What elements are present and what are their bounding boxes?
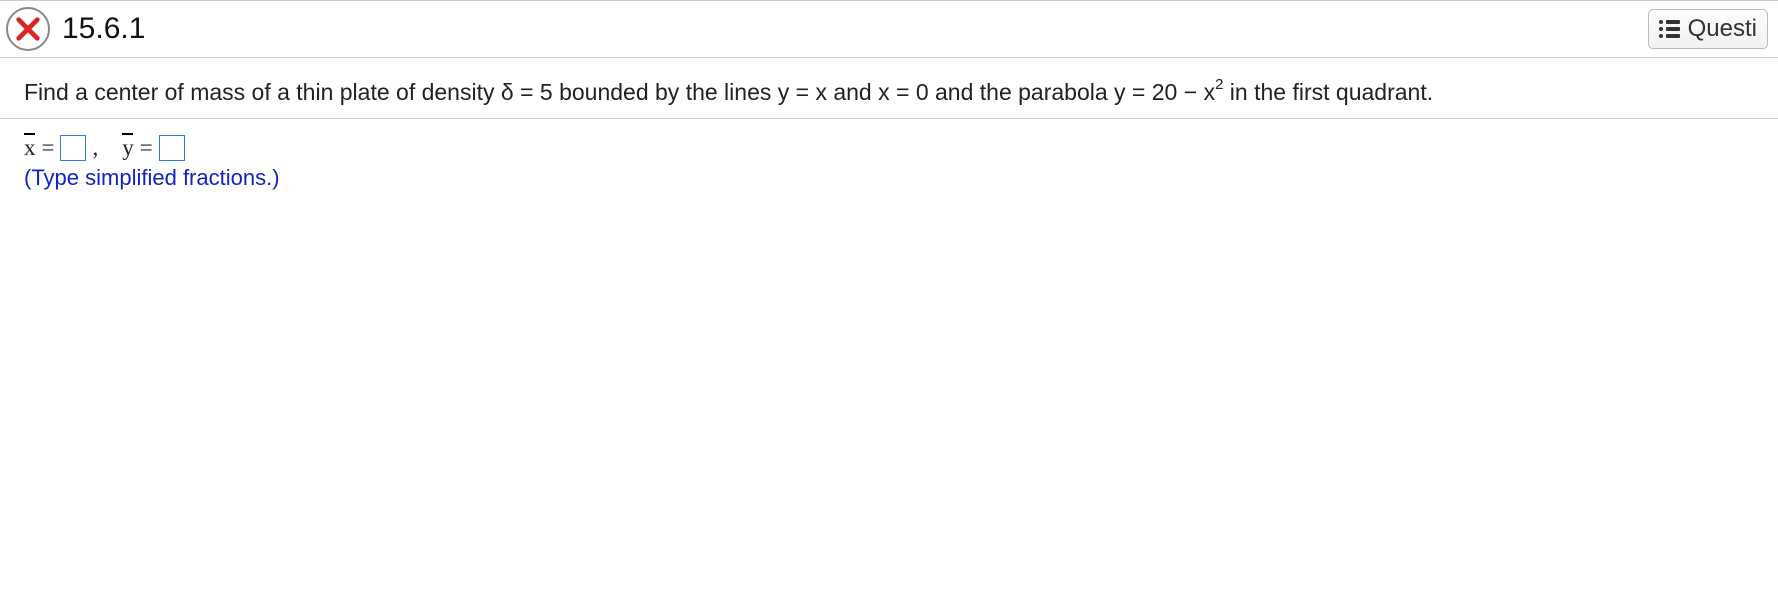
exponent: 2 <box>1215 76 1223 93</box>
problem-text-2: bounded by the lines y = x and x = 0 and… <box>553 79 1152 105</box>
question-list-label: Questi <box>1688 15 1757 43</box>
problem-text-4: in the first quadrant. <box>1223 79 1433 105</box>
problem-text-1: Find a center of mass of a thin plate of… <box>24 79 540 105</box>
x-bar-symbol: x <box>24 135 36 161</box>
y-bar-symbol: y <box>122 135 134 161</box>
comma: , <box>92 135 98 161</box>
question-list-button[interactable]: Questi <box>1648 9 1768 49</box>
density-value: 5 <box>540 79 553 105</box>
x-bar-input[interactable] <box>60 135 86 161</box>
y-bar-input[interactable] <box>159 135 185 161</box>
answer-area: x = , y = (Type simplified fractions.) <box>0 119 1778 207</box>
parabola-constant: 20 <box>1152 79 1178 105</box>
answer-equation-line: x = , y = <box>24 135 1754 161</box>
question-number: 15.6.1 <box>62 12 145 46</box>
problem-text-3: − x <box>1177 79 1215 105</box>
list-icon <box>1659 20 1680 38</box>
x-icon <box>14 15 42 43</box>
answer-hint: (Type simplified fractions.) <box>24 165 1754 191</box>
equals-2: = <box>140 135 153 161</box>
status-incorrect-icon <box>6 7 50 51</box>
problem-statement: Find a center of mass of a thin plate of… <box>0 58 1778 119</box>
equals-1: = <box>42 135 55 161</box>
question-header: 15.6.1 Questi <box>0 0 1778 58</box>
header-left: 15.6.1 <box>6 7 145 51</box>
